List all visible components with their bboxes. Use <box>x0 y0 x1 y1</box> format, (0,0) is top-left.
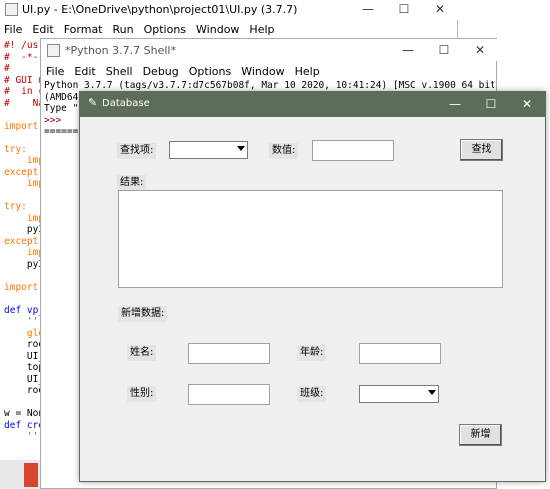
code-line: try: <box>4 201 27 212</box>
shell-menu-debug[interactable]: Debug <box>143 65 179 78</box>
add-section-label: 新增数据: <box>118 306 168 322</box>
value-label: 数值: <box>269 143 299 159</box>
database-titlebar: ✎ Database — ☐ ✕ <box>80 92 545 117</box>
database-title: Database <box>102 98 150 109</box>
shell-menu-file[interactable]: File <box>46 65 64 78</box>
editor-close-button[interactable]: ✕ <box>422 0 458 18</box>
editor-title: UI.py - E:\OneDrive\python\project01\UI.… <box>22 3 298 16</box>
code-line: UI_ <box>4 350 44 362</box>
taskbar-app-icon[interactable] <box>24 463 38 487</box>
chevron-down-icon <box>237 146 245 151</box>
code-line: # Na <box>4 97 44 109</box>
code-line: try: <box>4 143 27 155</box>
code-line: ''' <box>4 316 44 327</box>
shell-menu-window[interactable]: Window <box>241 65 284 78</box>
search-field-select[interactable] <box>169 141 248 159</box>
code-line: def vp_ <box>4 304 44 316</box>
database-maximize-button[interactable]: ☐ <box>473 95 509 113</box>
age-input[interactable] <box>359 343 441 364</box>
editor-minimize-button[interactable]: — <box>350 0 386 18</box>
result-listbox[interactable] <box>118 190 503 288</box>
editor-code-area[interactable]: #! /usr # -*- # # GUI m # in c # Na import tr… <box>4 40 44 440</box>
code-line: import <box>4 120 44 132</box>
editor-titlebar: UI.py - E:\OneDrive\python\project01\UI.… <box>0 0 458 20</box>
code-line: py3 <box>4 258 44 270</box>
age-label: 年龄: <box>297 345 327 361</box>
code-line: imp <box>4 212 44 224</box>
shell-maximize-button[interactable]: ☐ <box>426 41 462 59</box>
database-close-button[interactable]: ✕ <box>509 95 545 113</box>
name-label: 姓名: <box>127 345 157 361</box>
result-label: 结果: <box>117 175 147 191</box>
gender-input[interactable] <box>188 384 270 405</box>
class-select[interactable] <box>359 385 439 403</box>
python-shell-icon <box>47 44 60 57</box>
shell-menu-edit[interactable]: Edit <box>74 65 95 78</box>
shell-minimize-button[interactable]: — <box>390 41 426 59</box>
editor-menu-format[interactable]: Format <box>64 23 103 36</box>
code-line: w = Non <box>4 408 44 419</box>
code-line: roo <box>4 385 44 396</box>
search-field-label: 查找项: <box>117 143 157 159</box>
code-line: ''' <box>4 431 44 440</box>
code-line: py3 <box>4 224 44 235</box>
search-button[interactable]: 查找 <box>460 139 503 161</box>
code-line: top <box>4 362 44 373</box>
name-input[interactable] <box>188 343 270 364</box>
shell-menu-options[interactable]: Options <box>189 65 231 78</box>
code-line: #! /usr <box>4 40 44 51</box>
database-window: ✎ Database — ☐ ✕ 查找项: 数值: 查找 结果: 新增数据: 姓… <box>79 91 546 482</box>
code-line: # GUI m <box>4 74 44 86</box>
database-minimize-button[interactable]: — <box>437 95 473 113</box>
shell-title: *Python 3.7.7 Shell* <box>65 44 176 57</box>
value-input[interactable] <box>312 140 394 161</box>
code-line: except <box>4 235 44 247</box>
code-line: import <box>4 281 44 293</box>
class-label: 班级: <box>297 386 327 402</box>
shell-menu-shell[interactable]: Shell <box>106 65 133 78</box>
code-line: UI_ <box>4 373 44 385</box>
editor-menu-edit[interactable]: Edit <box>32 23 53 36</box>
code-line: imp <box>4 247 44 258</box>
code-line: # <box>4 63 10 74</box>
shell-menu-help[interactable]: Help <box>295 65 320 78</box>
code-line: # -*- <box>4 51 39 63</box>
code-line: glo <box>4 327 44 339</box>
code-line: except <box>4 166 44 178</box>
shell-titlebar: *Python 3.7.7 Shell* — ☐ ✕ <box>41 39 498 61</box>
code-line: roo <box>4 339 44 350</box>
feather-icon: ✎ <box>88 96 98 109</box>
editor-maximize-button[interactable]: ☐ <box>386 0 422 18</box>
code-line: imp <box>4 178 44 189</box>
editor-menu-options[interactable]: Options <box>144 23 186 36</box>
python-file-icon <box>5 3 18 16</box>
editor-menu-window[interactable]: Window <box>196 23 239 36</box>
editor-menubar: File Edit Format Run Options Window Help <box>4 23 285 36</box>
shell-line: Python 3.7.7 (tags/v3.7.7:d7c567b08f, Ma… <box>44 80 494 91</box>
shell-close-button[interactable]: ✕ <box>462 41 498 59</box>
code-line: imp <box>4 155 44 166</box>
gender-label: 性别: <box>127 386 157 402</box>
editor-menu-file[interactable]: File <box>4 23 22 36</box>
code-line: # in c <box>4 86 44 97</box>
editor-menu-help[interactable]: Help <box>249 23 274 36</box>
chevron-down-icon <box>428 390 436 395</box>
editor-menu-run[interactable]: Run <box>113 23 134 36</box>
code-line: def cre <box>4 419 44 431</box>
add-button[interactable]: 新增 <box>459 424 502 446</box>
shell-menubar: File Edit Shell Debug Options Window Help <box>46 65 330 78</box>
